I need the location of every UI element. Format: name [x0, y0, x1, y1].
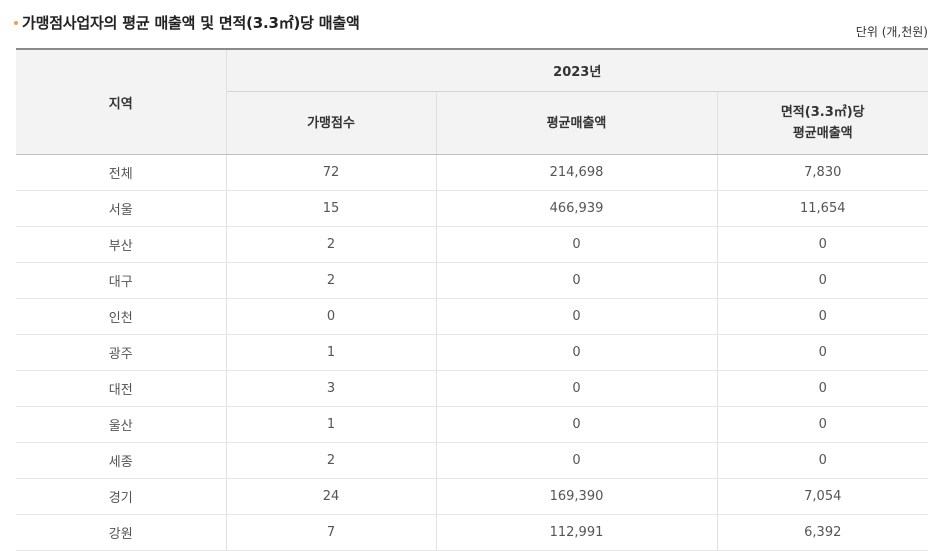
- stores-cell: 72: [226, 154, 437, 191]
- region-cell: 전체: [16, 154, 227, 191]
- per-area-sales-cell: 0: [717, 226, 928, 263]
- region-cell: 대전: [16, 370, 227, 407]
- table-row: 광주 1 0 0: [16, 334, 928, 371]
- stores-cell: 2: [226, 442, 437, 479]
- table-row: 울산 1 0 0: [16, 406, 928, 443]
- per-area-sales-cell: 0: [717, 262, 928, 299]
- unit-label: 단위 (개,천원): [855, 25, 928, 39]
- per-area-sales-cell: 7,054: [717, 478, 928, 515]
- per-area-sales-cell: 0: [717, 334, 928, 371]
- table-body: 전체 72 214,698 7,830 서울 15 466,939 11,654 부산 2 0 0 대구…: [16, 154, 928, 551]
- region-cell: 서울: [16, 190, 227, 227]
- stores-cell: 1: [226, 334, 437, 371]
- stores-cell: 2: [226, 226, 437, 263]
- region-cell: 울산: [16, 406, 227, 443]
- avg-sales-cell: 466,939: [436, 190, 718, 227]
- per-area-sales-cell: 0: [717, 370, 928, 407]
- region-cell: 강원: [16, 514, 227, 551]
- table-row: 세종 2 0 0: [16, 442, 928, 479]
- stores-cell: 24: [226, 478, 437, 515]
- avg-sales-cell: 112,991: [436, 514, 718, 551]
- per-area-sales-cell: 0: [717, 406, 928, 443]
- region-cell: 세종: [16, 442, 227, 479]
- avg-sales-header: 평균매출액: [436, 91, 718, 155]
- stores-cell: 3: [226, 370, 437, 407]
- region-cell: 광주: [16, 334, 227, 371]
- region-cell: 인천: [16, 298, 227, 335]
- stores-cell: 7: [226, 514, 437, 551]
- avg-sales-cell: 0: [436, 298, 718, 335]
- stores-cell: 2: [226, 262, 437, 299]
- avg-sales-cell: 169,390: [436, 478, 718, 515]
- bullet-icon: [14, 21, 18, 25]
- per-area-sales-cell: 11,654: [717, 190, 928, 227]
- table-row: 전체 72 214,698 7,830: [16, 154, 928, 191]
- per-area-sales-cell: 7,830: [717, 154, 928, 191]
- stores-cell: 0: [226, 298, 437, 335]
- avg-sales-cell: 0: [436, 370, 718, 407]
- table-row: 강원 7 112,991 6,392: [16, 514, 928, 551]
- stores-cell: 1: [226, 406, 437, 443]
- table-row: 대전 3 0 0: [16, 370, 928, 407]
- region-cell: 대구: [16, 262, 227, 299]
- table-row: 대구 2 0 0: [16, 262, 928, 299]
- section-header: 가맹점사업자의 평균 매출액 및 면적(3.3㎡)당 매출액 단위 (개,천원): [14, 10, 934, 39]
- avg-sales-cell: 0: [436, 262, 718, 299]
- table-row: 서울 15 466,939 11,654: [16, 190, 928, 227]
- per-area-header-line1: 면적(3.3㎡)당: [780, 105, 865, 120]
- per-area-sales-cell: 6,392: [717, 514, 928, 551]
- sales-table: 지역 2023년 가맹점수 평균매출액 면적(3.3㎡)당 평균매출액 전체 72…: [16, 48, 928, 551]
- avg-sales-cell: 0: [436, 442, 718, 479]
- region-cell: 경기: [16, 478, 227, 515]
- section-title: 가맹점사업자의 평균 매출액 및 면적(3.3㎡)당 매출액: [22, 14, 360, 32]
- stores-cell: 15: [226, 190, 437, 227]
- avg-sales-cell: 0: [436, 226, 718, 263]
- per-area-sales-cell: 0: [717, 442, 928, 479]
- region-header: 지역: [16, 49, 227, 155]
- per-area-header-line2: 평균매출액: [792, 126, 853, 141]
- avg-sales-cell: 0: [436, 406, 718, 443]
- avg-sales-cell: 0: [436, 334, 718, 371]
- per-area-sales-header: 면적(3.3㎡)당 평균매출액: [717, 91, 928, 155]
- year-header: 2023년: [226, 49, 928, 92]
- stores-header: 가맹점수: [226, 91, 437, 155]
- table-row: 인천 0 0 0: [16, 298, 928, 335]
- table-row: 경기 24 169,390 7,054: [16, 478, 928, 515]
- region-cell: 부산: [16, 226, 227, 263]
- table-row: 부산 2 0 0: [16, 226, 928, 263]
- avg-sales-cell: 214,698: [436, 154, 718, 191]
- per-area-sales-cell: 0: [717, 298, 928, 335]
